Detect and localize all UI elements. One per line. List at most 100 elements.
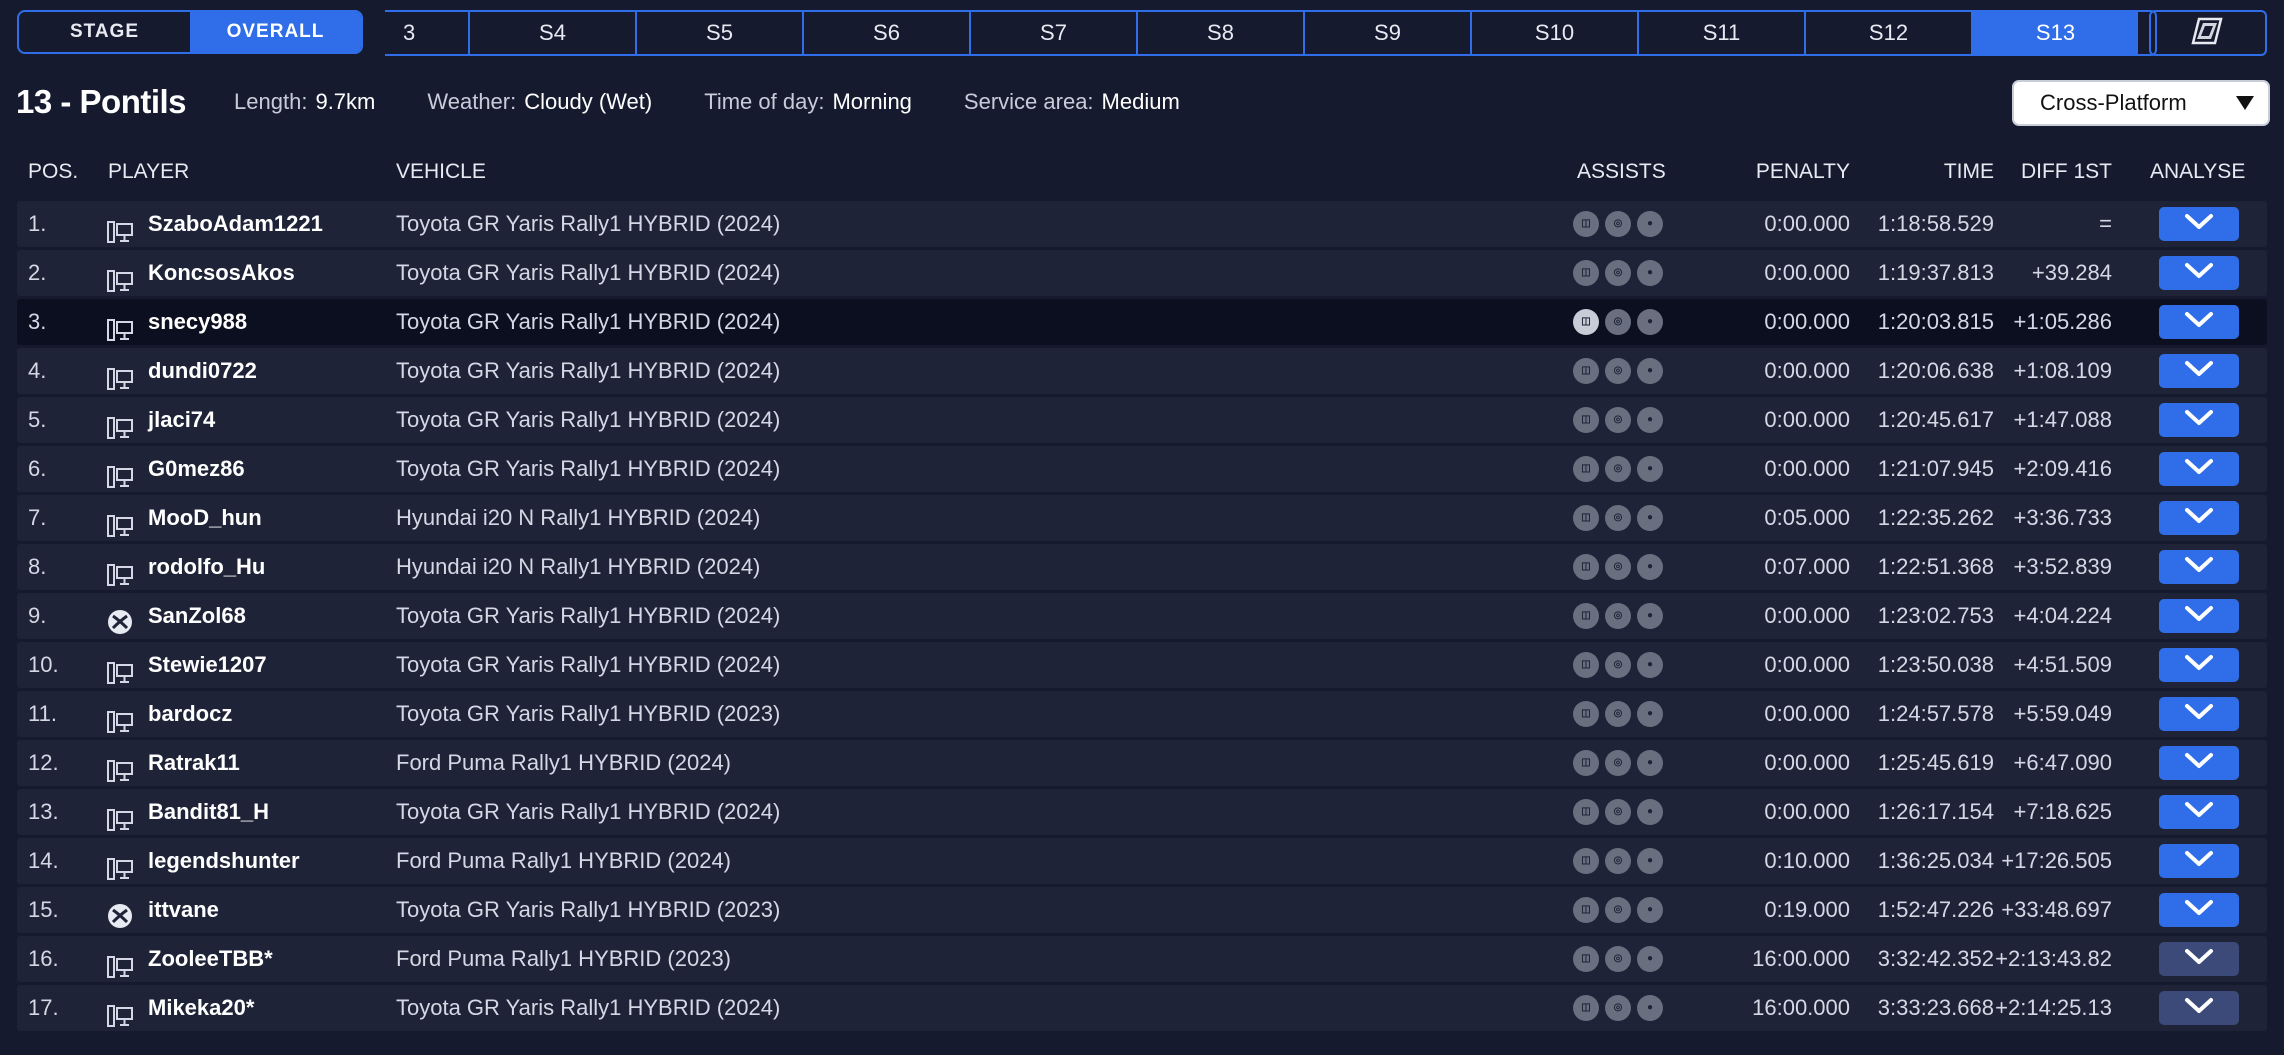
analyse-button[interactable]: [2159, 991, 2239, 1025]
rally-flag-button[interactable]: [2149, 10, 2267, 56]
row-player-name[interactable]: KoncsosAkos: [148, 250, 295, 296]
row-position: 7.: [28, 505, 47, 530]
gearbox-assist-icon: ◫: [1573, 946, 1599, 972]
analyse-button[interactable]: [2159, 403, 2239, 437]
table-row[interactable]: 12. Ratrak11 Ford Puma Rally1 HYBRID (2024…: [17, 740, 2267, 786]
row-time: 3:33:23.668: [1877, 995, 1994, 1020]
row-player-name[interactable]: MooD_hun: [148, 495, 262, 541]
analyse-button[interactable]: [2159, 942, 2239, 976]
analyse-button[interactable]: [2159, 648, 2239, 682]
row-player-name[interactable]: Ratrak11: [148, 740, 240, 786]
analyse-button[interactable]: [2159, 795, 2239, 829]
tab-stage-s6[interactable]: S6: [802, 12, 969, 54]
row-position: 12.: [28, 750, 59, 775]
tab-stage-s5[interactable]: S5: [635, 12, 802, 54]
analyse-button[interactable]: [2159, 599, 2239, 633]
table-row[interactable]: 5. jlaci74 Toyota GR Yaris Rally1 HYBRID (…: [17, 397, 2267, 443]
overall-toggle-button[interactable]: OVERALL: [190, 12, 361, 52]
tab-stage-s9[interactable]: S9: [1303, 12, 1470, 54]
table-row[interactable]: 13. Bandit81_H Toyota GR Yaris Rally1 HYBR…: [17, 789, 2267, 835]
row-penalty: 0:00.000: [1764, 211, 1850, 236]
row-player-name[interactable]: legendshunter: [148, 838, 300, 884]
row-assists: ◫ ◎ ●: [1573, 544, 1663, 590]
row-position: 10.: [28, 652, 59, 677]
row-vehicle: Toyota GR Yaris Rally1 HYBRID (2024): [396, 995, 781, 1020]
abs-assist-icon: ●: [1637, 701, 1663, 727]
platform-dropdown[interactable]: Cross-Platform: [2012, 80, 2270, 126]
table-row[interactable]: 1. SzaboAdam1221 Toyota GR Yaris Rally1 HY…: [17, 201, 2267, 247]
analyse-button[interactable]: [2159, 844, 2239, 878]
steering-assist-icon: ◎: [1605, 260, 1631, 286]
table-row[interactable]: 17. Mikeka20* Toyota GR Yaris Rally1 HYBRI…: [17, 985, 2267, 1031]
steering-assist-icon: ◎: [1605, 554, 1631, 580]
row-player-name[interactable]: Bandit81_H: [148, 789, 269, 835]
chevron-down-icon: [2184, 250, 2214, 296]
table-row[interactable]: 14. legendshunter Ford Puma Rally1 HYBRID …: [17, 838, 2267, 884]
table-row[interactable]: 8. rodolfo_Hu Hyundai i20 N Rally1 HYBRID …: [17, 544, 2267, 590]
analyse-button[interactable]: [2159, 305, 2239, 339]
chevron-down-icon: [2184, 691, 2214, 737]
row-assists: ◫ ◎ ●: [1573, 642, 1663, 688]
row-player-name[interactable]: ittvane: [148, 887, 219, 933]
row-diff: +17:26.505: [2001, 848, 2112, 873]
abs-assist-icon: ●: [1637, 652, 1663, 678]
row-player-name[interactable]: ZooleeTBB*: [148, 936, 273, 982]
analyse-button[interactable]: [2159, 354, 2239, 388]
row-player-name[interactable]: jlaci74: [148, 397, 215, 443]
row-player-name[interactable]: Stewie1207: [148, 642, 267, 688]
table-row[interactable]: 3. snecy988 Toyota GR Yaris Rally1 HYBRID …: [17, 299, 2267, 345]
analyse-button[interactable]: [2159, 697, 2239, 731]
analyse-button[interactable]: [2159, 452, 2239, 486]
table-header: POS. PLAYER VEHICLE ASSISTS PENALTY TIME…: [17, 160, 2267, 192]
row-time: 1:20:45.617: [1877, 407, 1994, 432]
row-player-name[interactable]: bardocz: [148, 691, 232, 737]
row-player-name[interactable]: G0mez86: [148, 446, 245, 492]
tab-stage-s7[interactable]: S7: [969, 12, 1136, 54]
row-player-name[interactable]: Mikeka20*: [148, 985, 254, 1031]
pc-icon: [107, 458, 133, 488]
table-row[interactable]: 15. ittvane Toyota GR Yaris Rally1 HYBRID …: [17, 887, 2267, 933]
tab-stage-s13[interactable]: S13: [1971, 12, 2138, 54]
analyse-button[interactable]: [2159, 256, 2239, 290]
analyse-button[interactable]: [2159, 893, 2239, 927]
table-row[interactable]: 10. Stewie1207 Toyota GR Yaris Rally1 HYBR…: [17, 642, 2267, 688]
row-assists: ◫ ◎ ●: [1573, 348, 1663, 394]
table-row[interactable]: 7. MooD_hun Hyundai i20 N Rally1 HYBRID (2…: [17, 495, 2267, 541]
row-vehicle: Toyota GR Yaris Rally1 HYBRID (2023): [396, 701, 781, 726]
analyse-button[interactable]: [2159, 550, 2239, 584]
row-position: 8.: [28, 554, 47, 579]
row-diff: +4:51.509: [2013, 652, 2112, 677]
table-row[interactable]: 6. G0mez86 Toyota GR Yaris Rally1 HYBRID (…: [17, 446, 2267, 492]
table-row[interactable]: 2. KoncsosAkos Toyota GR Yaris Rally1 HYBR…: [17, 250, 2267, 296]
row-player-name[interactable]: snecy988: [148, 299, 247, 345]
col-pos: POS.: [28, 160, 79, 183]
gearbox-assist-icon: ◫: [1573, 554, 1599, 580]
table-row[interactable]: 9. SanZol68 Toyota GR Yaris Rally1 HYBRID …: [17, 593, 2267, 639]
table-row[interactable]: 4. dundi0722 Toyota GR Yaris Rally1 HYBRID…: [17, 348, 2267, 394]
stage-toggle-button[interactable]: STAGE: [19, 12, 190, 52]
row-analyse: [2159, 599, 2239, 633]
analyse-button[interactable]: [2159, 501, 2239, 535]
abs-assist-icon: ●: [1637, 995, 1663, 1021]
chevron-down-icon: [2184, 299, 2214, 345]
tab-stage-s10[interactable]: S10: [1470, 12, 1637, 54]
row-position: 13.: [28, 799, 59, 824]
row-player-name[interactable]: SanZol68: [148, 593, 246, 639]
analyse-button[interactable]: [2159, 746, 2239, 780]
table-row[interactable]: 16. ZooleeTBB* Ford Puma Rally1 HYBRID (20…: [17, 936, 2267, 982]
row-player-name[interactable]: SzaboAdam1221: [148, 201, 323, 247]
tab-stage-s12[interactable]: S12: [1804, 12, 1971, 54]
row-position: 2.: [28, 260, 47, 285]
row-analyse: [2159, 403, 2239, 437]
row-player-name[interactable]: rodolfo_Hu: [148, 544, 265, 590]
tab-stage-s4[interactable]: S4: [468, 12, 635, 54]
analyse-button[interactable]: [2159, 207, 2239, 241]
row-vehicle: Hyundai i20 N Rally1 HYBRID (2024): [396, 554, 761, 579]
row-analyse: [2159, 893, 2239, 927]
table-row[interactable]: 11. bardocz Toyota GR Yaris Rally1 HYBRID …: [17, 691, 2267, 737]
tab-stage-s8[interactable]: S8: [1136, 12, 1303, 54]
tab-stage-3[interactable]: 3: [385, 12, 468, 54]
row-player-name[interactable]: dundi0722: [148, 348, 257, 394]
tab-stage-s11[interactable]: S11: [1637, 12, 1804, 54]
chevron-down-icon: [2184, 642, 2214, 688]
